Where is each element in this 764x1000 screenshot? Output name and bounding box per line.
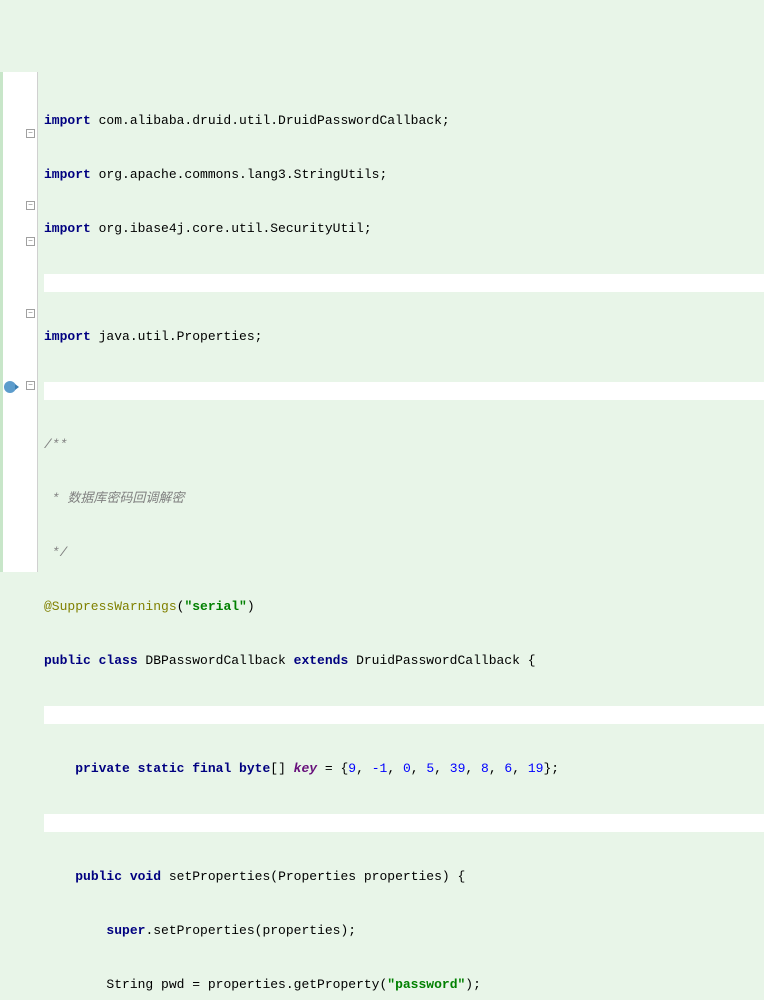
field-key: key — [294, 761, 317, 776]
import-path: org.apache.commons.lang3.StringUtils; — [91, 167, 387, 182]
javadoc-text: * 数据库密码回调解密 — [44, 491, 184, 506]
javadoc-start: /** — [44, 437, 67, 452]
blank-line — [44, 706, 764, 724]
fold-method[interactable] — [26, 381, 35, 390]
code-area[interactable]: import com.alibaba.druid.util.DruidPassw… — [38, 72, 764, 572]
import-path: java.util.Properties; — [91, 329, 263, 344]
keyword-method: public void — [75, 869, 161, 884]
keyword-import: import — [44, 329, 91, 344]
string-literal: "password" — [387, 977, 465, 992]
keyword-import: import — [44, 167, 91, 182]
blank-line — [44, 814, 764, 832]
blank-line — [44, 382, 764, 400]
fold-imports[interactable] — [26, 129, 35, 138]
keyword-class: public class — [44, 653, 138, 668]
keyword-import: import — [44, 113, 91, 128]
annotation: @SuppressWarnings — [44, 599, 177, 614]
gutter — [0, 72, 38, 572]
class-name: DBPasswordCallback — [138, 653, 294, 668]
method-signature: setProperties(Properties properties) { — [161, 869, 465, 884]
blank-line — [44, 274, 764, 292]
keyword-super: super — [106, 923, 145, 938]
string-literal: "serial" — [184, 599, 246, 614]
fold-import-java[interactable] — [26, 201, 35, 210]
keyword-extends: extends — [294, 653, 349, 668]
keyword-import: import — [44, 221, 91, 236]
import-path: com.alibaba.druid.util.DruidPasswordCall… — [91, 113, 450, 128]
keyword-modifiers: private static final byte — [75, 761, 270, 776]
import-path: org.ibase4j.core.util.SecurityUtil; — [91, 221, 372, 236]
javadoc-end: */ — [44, 545, 67, 560]
fold-javadoc[interactable] — [26, 237, 35, 246]
override-icon[interactable] — [4, 381, 16, 393]
fold-class[interactable] — [26, 309, 35, 318]
code-editor: import com.alibaba.druid.util.DruidPassw… — [0, 72, 764, 572]
